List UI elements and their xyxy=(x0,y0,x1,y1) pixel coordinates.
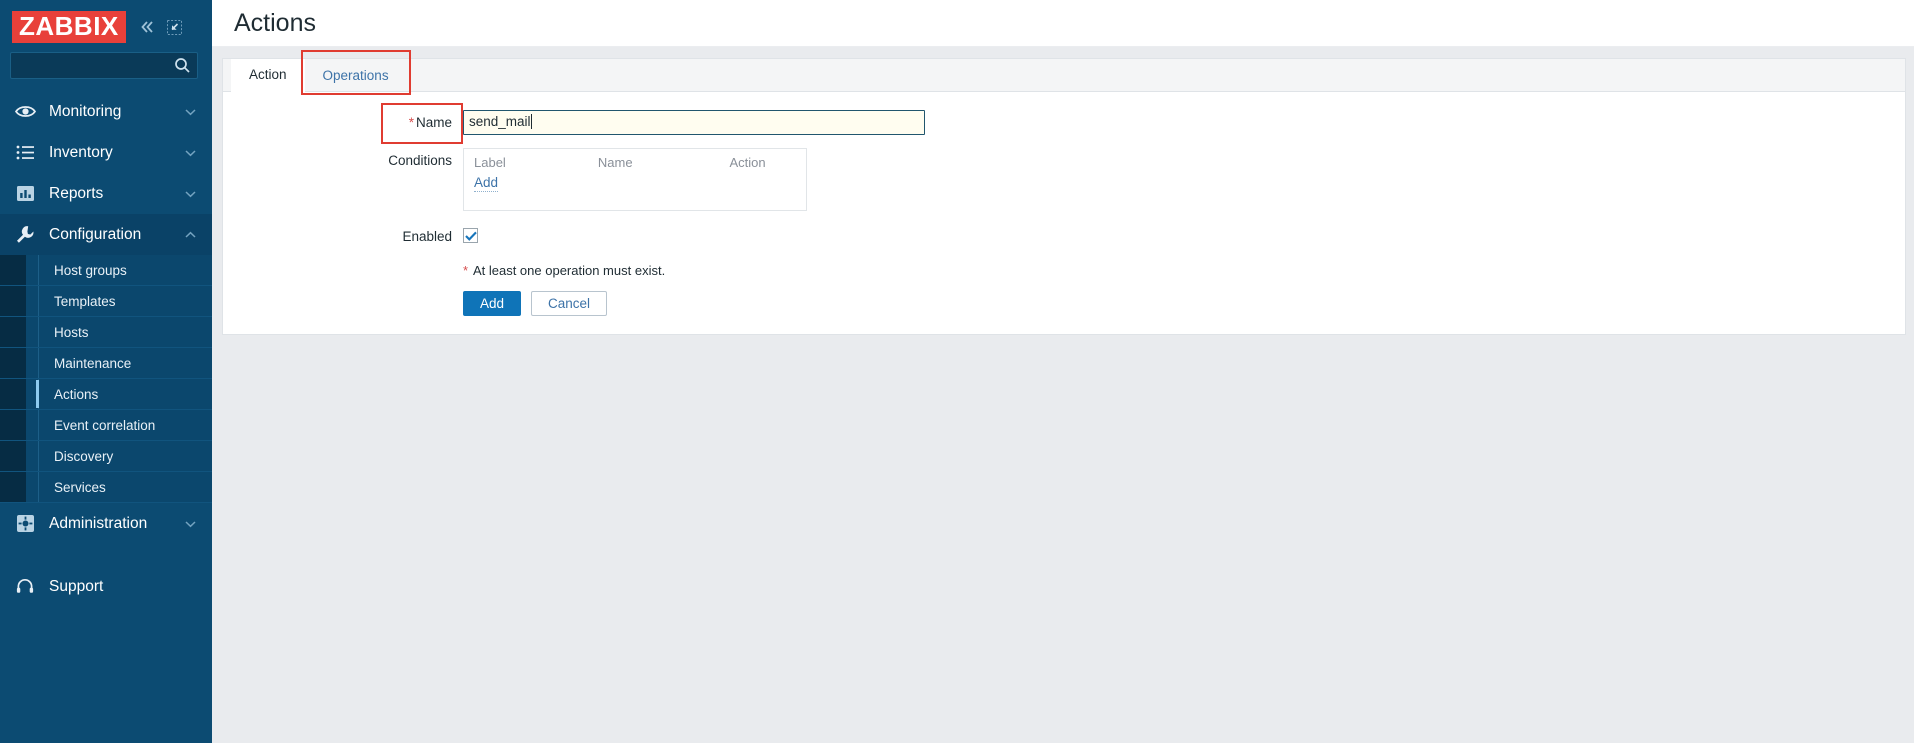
sidebar-search xyxy=(0,48,212,91)
gear-square-icon xyxy=(12,513,38,535)
bar-chart-icon xyxy=(12,183,38,205)
form-row-enabled: Enabled xyxy=(223,224,1905,249)
sidebar-item-services[interactable]: Services xyxy=(0,472,212,503)
column-header-action: Action xyxy=(729,155,766,170)
chevron-up-icon[interactable] xyxy=(185,226,196,244)
tab-label: Operations xyxy=(322,68,389,83)
sidebar-item-support[interactable]: Support xyxy=(0,566,212,607)
required-marker: * xyxy=(463,263,469,278)
conditions-table-body: Add xyxy=(464,174,806,210)
name-input[interactable]: send_mail xyxy=(463,110,925,135)
sidebar-header-icons xyxy=(138,19,182,35)
sidebar-item-label: Support xyxy=(49,577,104,595)
name-input-value: send_mail xyxy=(469,114,531,129)
form-row-conditions: Conditions Label Name Action Add xyxy=(223,148,1905,211)
conditions-table-header: Label Name Action xyxy=(464,149,806,174)
tab-bar: Action Operations xyxy=(223,50,1905,95)
sidebar-nav: Monitoring Inventory Reports Configurati… xyxy=(0,91,212,743)
sidebar-item-label: Inventory xyxy=(49,143,113,161)
column-header-name: Name xyxy=(597,155,633,170)
submenu-item-label: Templates xyxy=(54,293,116,309)
column-header-label: Label xyxy=(474,155,506,170)
wrench-icon xyxy=(12,224,38,246)
search-icon[interactable] xyxy=(174,57,191,79)
tab-operations[interactable]: Operations xyxy=(300,50,411,95)
sidebar-item-event-correlation[interactable]: Event correlation xyxy=(0,410,212,441)
form-row-name: * Name send_mail xyxy=(223,103,1905,144)
main-content: Actions Action Operations * Name send_ma… xyxy=(212,0,1914,743)
sidebar-header: ZABBIX xyxy=(0,0,212,48)
enabled-checkbox[interactable] xyxy=(463,228,478,243)
name-label: * Name xyxy=(223,103,463,144)
search-box[interactable] xyxy=(10,52,198,79)
list-icon xyxy=(12,142,38,164)
checkmark-icon xyxy=(464,231,477,241)
submenu-item-label: Discovery xyxy=(54,448,114,464)
sidebar-item-actions[interactable]: Actions xyxy=(0,379,212,410)
enabled-label: Enabled xyxy=(223,224,463,249)
sidebar-item-label: Configuration xyxy=(49,225,142,243)
chevron-down-icon[interactable] xyxy=(185,144,196,162)
compact-view-icon[interactable] xyxy=(166,19,182,35)
sidebar-item-monitoring[interactable]: Monitoring xyxy=(0,91,212,132)
headset-icon xyxy=(12,576,38,598)
validation-hint: * At least one operation must exist. xyxy=(223,263,1905,278)
eye-icon xyxy=(12,101,38,123)
submenu-item-label: Actions xyxy=(54,386,99,402)
sidebar-item-templates[interactable]: Templates xyxy=(0,286,212,317)
app-root: ZABBIX Monitoring Inventory Reports Conf… xyxy=(0,0,1914,743)
form-buttons: Add Cancel xyxy=(223,291,1905,316)
sidebar-item-host-groups[interactable]: Host groups xyxy=(0,255,212,286)
zabbix-logo[interactable]: ZABBIX xyxy=(12,11,126,43)
chevron-down-icon[interactable] xyxy=(185,185,196,203)
add-button[interactable]: Add xyxy=(463,291,522,316)
submenu-item-label: Services xyxy=(54,479,106,495)
chevron-down-icon[interactable] xyxy=(185,515,196,533)
add-condition-link[interactable]: Add xyxy=(474,175,499,192)
sidebar-item-inventory[interactable]: Inventory xyxy=(0,132,212,173)
sidebar-item-reports[interactable]: Reports xyxy=(0,173,212,214)
sidebar-item-administration[interactable]: Administration xyxy=(0,503,212,544)
tab-action[interactable]: Action xyxy=(231,59,305,92)
sidebar-item-hosts[interactable]: Hosts xyxy=(0,317,212,348)
chevron-down-icon[interactable] xyxy=(185,103,196,121)
text-caret xyxy=(530,114,532,129)
action-form: * Name send_mail Conditions Label Name A… xyxy=(223,92,1905,334)
action-form-panel: Action Operations * Name send_mail Condi… xyxy=(222,50,1906,335)
sidebar-item-discovery[interactable]: Discovery xyxy=(0,441,212,472)
enabled-label-text: Enabled xyxy=(402,229,452,244)
page-header: Actions xyxy=(212,0,1914,47)
cancel-button[interactable]: Cancel xyxy=(531,291,608,316)
conditions-label: Conditions xyxy=(223,148,463,173)
chevron-double-left-icon[interactable] xyxy=(138,19,156,35)
submenu-item-label: Hosts xyxy=(54,324,89,340)
submenu-item-label: Host groups xyxy=(54,262,127,278)
sidebar: ZABBIX Monitoring Inventory Reports Conf… xyxy=(0,0,212,743)
sidebar-item-label: Reports xyxy=(49,184,104,202)
configuration-submenu: Host groups Templates Hosts Maintenance … xyxy=(0,255,212,503)
submenu-item-label: Maintenance xyxy=(54,355,132,371)
search-input[interactable] xyxy=(11,53,197,78)
validation-hint-text: At least one operation must exist. xyxy=(472,263,666,278)
submenu-item-label: Event correlation xyxy=(54,417,156,433)
tab-label: Action xyxy=(249,67,287,82)
sidebar-item-label: Administration xyxy=(49,514,148,532)
sidebar-item-label: Monitoring xyxy=(49,102,122,120)
content-wrapper: Action Operations * Name send_mail Condi… xyxy=(212,47,1914,335)
required-marker: * xyxy=(408,115,414,130)
conditions-label-text: Conditions xyxy=(388,153,452,168)
sidebar-item-configuration[interactable]: Configuration xyxy=(0,214,212,255)
sidebar-item-maintenance[interactable]: Maintenance xyxy=(0,348,212,379)
conditions-table: Label Name Action Add xyxy=(463,148,807,211)
page-title: Actions xyxy=(234,8,316,37)
name-label-text: Name xyxy=(415,115,452,130)
